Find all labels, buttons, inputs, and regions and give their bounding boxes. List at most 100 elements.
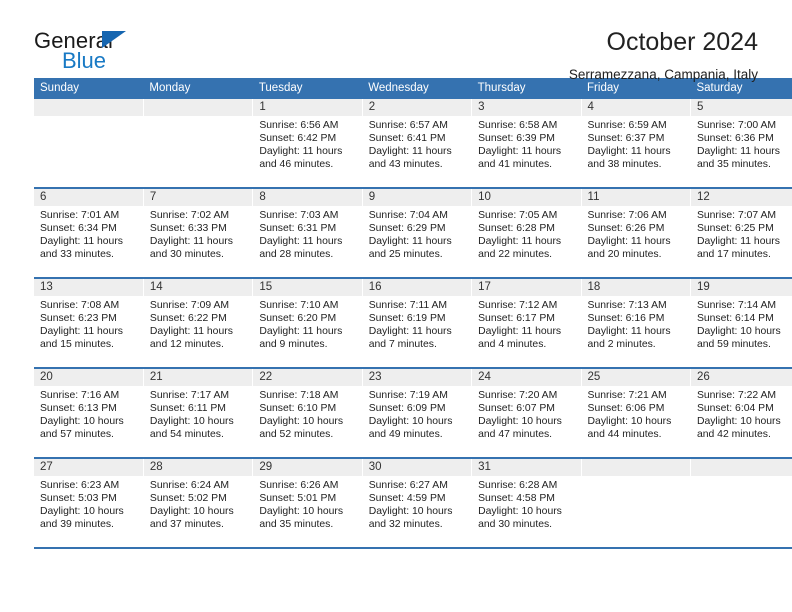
- daylight-text-line2: and 17 minutes.: [696, 249, 771, 261]
- calendar-day-cell[interactable]: 1 Sunrise: 6:56 AM Sunset: 6:42 PM Daylight…: [252, 99, 363, 189]
- daylight-text-line1: Daylight: 11 hours: [368, 236, 452, 248]
- daylight-text-line2: and 4 minutes.: [478, 339, 547, 351]
- daylight-text-line2: and 35 minutes.: [696, 159, 771, 171]
- sunset-text: Sunset: 6:39 PM: [478, 133, 555, 145]
- daylight-text-line2: and 15 minutes.: [40, 339, 114, 351]
- weekday-header-saturday: Saturday: [690, 78, 792, 99]
- calendar-day-cell[interactable]: 9 Sunrise: 7:04 AM Sunset: 6:29 PM Daylight…: [362, 188, 473, 279]
- calendar-day-cell[interactable]: 31 Sunrise: 6:28 AM Sunset: 4:58 PM Dayligh…: [471, 458, 582, 549]
- day-cell-inner: 14 Sunrise: 7:09 AM Sunset: 6:22 PM Dayligh…: [143, 279, 253, 367]
- calendar-day-cell[interactable]: 22 Sunrise: 7:18 AM Sunset: 6:10 PM Dayligh…: [252, 368, 363, 459]
- day-number: 16: [362, 279, 472, 296]
- day-number: 11: [581, 189, 690, 206]
- daylight-text-line2: and 52 minutes.: [259, 429, 334, 441]
- day-info: Sunrise: 7:04 AM Sunset: 6:29 PM Daylight:…: [363, 206, 471, 261]
- sunset-text: Sunset: 6:36 PM: [696, 133, 774, 145]
- sunrise-text: Sunrise: 7:03 AM: [259, 210, 339, 221]
- day-info: Sunrise: 7:21 AM Sunset: 6:06 PM Daylight:…: [582, 386, 690, 441]
- calendar-week-row: 13 Sunrise: 7:08 AM Sunset: 6:23 PM Dayligh…: [34, 278, 792, 369]
- sunrise-text: Sunrise: 7:12 AM: [478, 300, 558, 311]
- day-number: 30: [362, 459, 472, 476]
- calendar-day-cell[interactable]: 8 Sunrise: 7:03 AM Sunset: 6:31 PM Daylight…: [252, 188, 363, 279]
- day-cell-inner: [690, 459, 792, 547]
- day-cell-inner: 27 Sunrise: 6:23 AM Sunset: 5:03 PM Dayligh…: [34, 459, 143, 547]
- calendar-day-cell[interactable]: 28 Sunrise: 6:24 AM Sunset: 5:02 PM Dayligh…: [143, 458, 254, 549]
- calendar-day-cell[interactable]: 10 Sunrise: 7:05 AM Sunset: 6:28 PM Dayligh…: [471, 188, 582, 279]
- calendar-day-cell[interactable]: 27 Sunrise: 6:23 AM Sunset: 5:03 PM Dayligh…: [34, 458, 144, 549]
- day-info: Sunrise: 7:01 AM Sunset: 6:34 PM Daylight:…: [34, 206, 143, 261]
- day-info: Sunrise: 7:07 AM Sunset: 6:25 PM Daylight:…: [691, 206, 792, 261]
- calendar-day-cell[interactable]: 17 Sunrise: 7:12 AM Sunset: 6:17 PM Dayligh…: [471, 278, 582, 369]
- day-number: 9: [362, 189, 472, 206]
- calendar-day-cell[interactable]: 2 Sunrise: 6:57 AM Sunset: 6:41 PM Daylight…: [362, 99, 473, 189]
- sunrise-text: Sunrise: 7:18 AM: [259, 390, 339, 401]
- calendar-day-cell[interactable]: 26 Sunrise: 7:22 AM Sunset: 6:04 PM Dayligh…: [690, 368, 792, 459]
- day-number: [143, 99, 253, 116]
- sunset-text: Sunset: 5:01 PM: [259, 493, 337, 505]
- day-number: 14: [143, 279, 253, 296]
- day-info: Sunrise: 7:06 AM Sunset: 6:26 PM Daylight:…: [582, 206, 690, 261]
- calendar-day-cell[interactable]: 29 Sunrise: 6:26 AM Sunset: 5:01 PM Dayligh…: [252, 458, 363, 549]
- day-cell-inner: 10 Sunrise: 7:05 AM Sunset: 6:28 PM Dayligh…: [472, 189, 581, 277]
- daylight-text-line2: and 38 minutes.: [587, 159, 662, 171]
- daylight-text-line1: Daylight: 10 hours: [696, 416, 781, 428]
- day-cell-inner: 26 Sunrise: 7:22 AM Sunset: 6:04 PM Dayligh…: [690, 369, 792, 457]
- calendar-day-cell[interactable]: 21 Sunrise: 7:17 AM Sunset: 6:11 PM Dayligh…: [143, 368, 254, 459]
- calendar-day-cell[interactable]: 30 Sunrise: 6:27 AM Sunset: 4:59 PM Dayligh…: [362, 458, 473, 549]
- day-cell-inner: 3 Sunrise: 6:58 AM Sunset: 6:39 PM Daylight…: [472, 99, 581, 187]
- daylight-text-line2: and 30 minutes.: [478, 519, 553, 531]
- daylight-text-line2: and 33 minutes.: [40, 249, 114, 261]
- daylight-text-line1: Daylight: 11 hours: [587, 146, 671, 158]
- day-number: 13: [34, 279, 143, 296]
- daylight-text-line1: Daylight: 11 hours: [368, 146, 452, 158]
- calendar-day-cell[interactable]: 5 Sunrise: 7:00 AM Sunset: 6:36 PM Daylight…: [690, 99, 792, 189]
- day-cell-inner: 17 Sunrise: 7:12 AM Sunset: 6:17 PM Dayligh…: [472, 279, 581, 367]
- calendar-day-cell[interactable]: 18 Sunrise: 7:13 AM Sunset: 6:16 PM Dayligh…: [581, 278, 691, 369]
- calendar-day-cell[interactable]: 23 Sunrise: 7:19 AM Sunset: 6:09 PM Dayligh…: [362, 368, 473, 459]
- calendar-day-cell[interactable]: 13 Sunrise: 7:08 AM Sunset: 6:23 PM Dayligh…: [34, 278, 144, 369]
- calendar-empty-cell: [34, 99, 144, 189]
- sunrise-text: Sunrise: 7:06 AM: [587, 210, 667, 221]
- calendar-day-cell[interactable]: 16 Sunrise: 7:11 AM Sunset: 6:19 PM Dayligh…: [362, 278, 473, 369]
- day-cell-inner: 2 Sunrise: 6:57 AM Sunset: 6:41 PM Daylight…: [362, 99, 472, 187]
- calendar-day-cell[interactable]: 12 Sunrise: 7:07 AM Sunset: 6:25 PM Dayligh…: [690, 188, 792, 279]
- calendar-day-cell[interactable]: 6 Sunrise: 7:01 AM Sunset: 6:34 PM Daylight…: [34, 188, 144, 279]
- calendar-day-cell[interactable]: 4 Sunrise: 6:59 AM Sunset: 6:37 PM Daylight…: [581, 99, 691, 189]
- daylight-text-line1: Daylight: 11 hours: [259, 236, 343, 248]
- calendar-day-cell[interactable]: 15 Sunrise: 7:10 AM Sunset: 6:20 PM Dayligh…: [252, 278, 363, 369]
- calendar-day-cell[interactable]: 7 Sunrise: 7:02 AM Sunset: 6:33 PM Daylight…: [143, 188, 254, 279]
- sunrise-text: Sunrise: 7:10 AM: [259, 300, 339, 311]
- day-info: Sunrise: 7:05 AM Sunset: 6:28 PM Daylight:…: [472, 206, 580, 261]
- sunrise-text: Sunrise: 7:22 AM: [696, 390, 777, 401]
- sunset-text: Sunset: 6:42 PM: [259, 133, 337, 145]
- day-info: Sunrise: 7:10 AM Sunset: 6:20 PM Daylight:…: [253, 296, 361, 351]
- sunset-text: Sunset: 6:28 PM: [478, 223, 555, 235]
- day-cell-inner: 31 Sunrise: 6:28 AM Sunset: 4:58 PM Dayligh…: [472, 459, 581, 547]
- sunset-text: Sunset: 6:26 PM: [587, 223, 665, 235]
- calendar-day-cell[interactable]: 3 Sunrise: 6:58 AM Sunset: 6:39 PM Daylight…: [471, 99, 582, 189]
- weekday-header-tuesday: Tuesday: [252, 78, 363, 99]
- calendar-day-cell[interactable]: 24 Sunrise: 7:20 AM Sunset: 6:07 PM Dayligh…: [471, 368, 582, 459]
- daylight-text-line2: and 42 minutes.: [696, 429, 771, 441]
- logo-triangle-icon: [102, 31, 126, 48]
- day-number: 8: [253, 189, 362, 206]
- day-info: Sunrise: 6:27 AM Sunset: 4:59 PM Daylight:…: [363, 476, 471, 531]
- sunset-text: Sunset: 6:41 PM: [368, 133, 446, 145]
- calendar-day-cell[interactable]: 25 Sunrise: 7:21 AM Sunset: 6:06 PM Dayligh…: [581, 368, 691, 459]
- calendar-day-cell[interactable]: 14 Sunrise: 7:09 AM Sunset: 6:22 PM Dayligh…: [143, 278, 254, 369]
- calendar-day-cell[interactable]: 11 Sunrise: 7:06 AM Sunset: 6:26 PM Dayligh…: [581, 188, 691, 279]
- day-info: Sunrise: 7:09 AM Sunset: 6:22 PM Daylight:…: [144, 296, 252, 351]
- sunset-text: Sunset: 5:02 PM: [149, 493, 227, 505]
- day-cell-inner: 30 Sunrise: 6:27 AM Sunset: 4:59 PM Dayligh…: [362, 459, 472, 547]
- daylight-text-line2: and 9 minutes.: [259, 339, 328, 351]
- sunset-text: Sunset: 6:14 PM: [696, 313, 774, 325]
- calendar-day-cell[interactable]: 19 Sunrise: 7:14 AM Sunset: 6:14 PM Dayligh…: [690, 278, 792, 369]
- sunset-text: Sunset: 6:07 PM: [478, 403, 555, 415]
- day-number: 23: [362, 369, 472, 386]
- calendar-day-cell[interactable]: 20 Sunrise: 7:16 AM Sunset: 6:13 PM Dayligh…: [34, 368, 144, 459]
- daylight-text-line1: Daylight: 11 hours: [478, 326, 562, 338]
- daylight-text-line2: and 25 minutes.: [368, 249, 443, 261]
- daylight-text-line1: Daylight: 10 hours: [40, 506, 124, 518]
- day-number: 6: [34, 189, 143, 206]
- sunset-text: Sunset: 6:16 PM: [587, 313, 665, 325]
